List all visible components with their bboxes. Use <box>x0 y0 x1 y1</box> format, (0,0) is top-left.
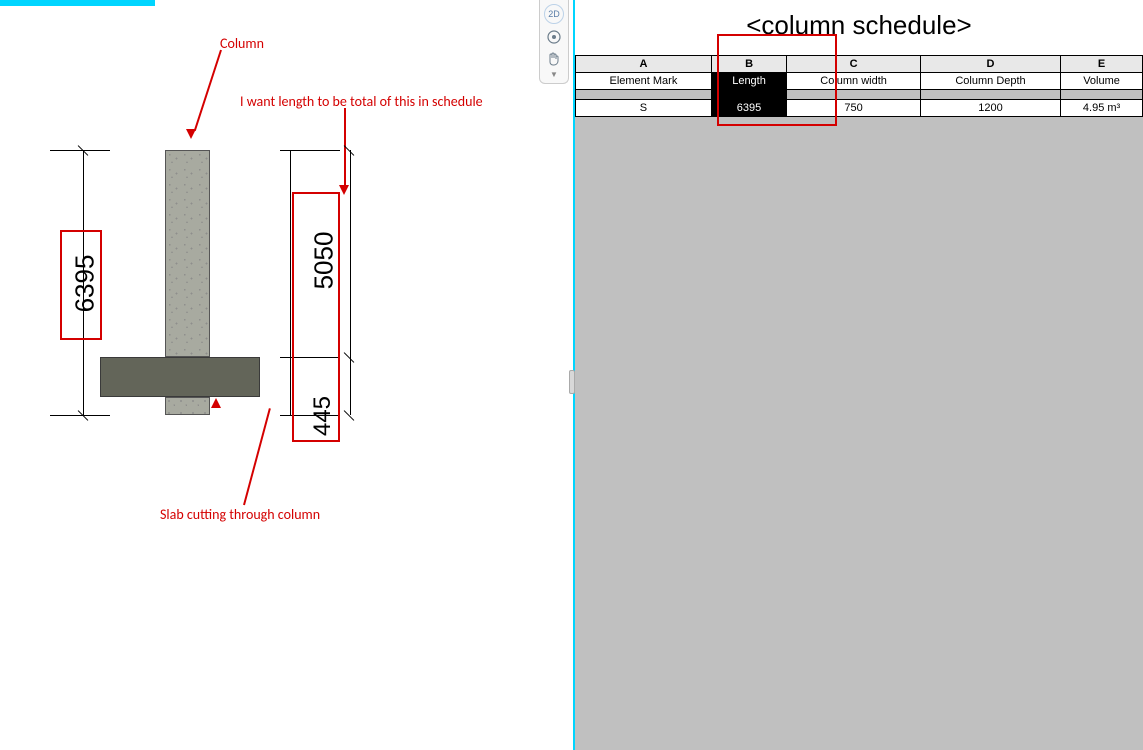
dim-tick <box>50 415 110 416</box>
schedule-panel: <column schedule> A B C D E Element Mark… <box>575 0 1143 750</box>
splitter-handle[interactable] <box>569 370 575 394</box>
cell-width[interactable]: 750 <box>787 100 921 117</box>
view-toolbar: 2D ▼ <box>539 0 569 84</box>
length-note-annotation: I want length to be total of this in sch… <box>240 93 483 110</box>
dim-total-highlight <box>60 230 102 340</box>
col-letter-c[interactable]: C <box>787 56 921 73</box>
col-letter-b[interactable]: B <box>711 56 786 73</box>
column-label-annotation: Column <box>220 35 264 52</box>
dim-line-right-outer <box>350 150 351 415</box>
schedule-table[interactable]: A B C D E Element Mark Length Column wid… <box>575 55 1143 117</box>
cell-length[interactable]: 6395 <box>711 100 786 117</box>
column-arrow-head <box>186 129 196 139</box>
data-row: S 6395 750 1200 4.95 m³ <box>576 100 1143 117</box>
dim-right-highlight <box>292 192 340 442</box>
drawing-view-panel: 2D ▼ Column I want length to be total of… <box>0 0 575 750</box>
header-length[interactable]: Length <box>711 73 786 90</box>
col-letter-d[interactable]: D <box>920 56 1060 73</box>
steering-wheel-icon[interactable] <box>544 27 564 47</box>
dim-line-right-inner <box>290 150 291 415</box>
column-lower-segment <box>165 397 210 415</box>
cell-depth[interactable]: 1200 <box>920 100 1060 117</box>
view-2d-button[interactable]: 2D <box>544 4 564 24</box>
slab-element <box>100 357 260 397</box>
dim-tick <box>50 150 110 151</box>
cell-volume[interactable]: 4.95 m³ <box>1061 100 1143 117</box>
header-column-width[interactable]: Column width <box>787 73 921 90</box>
column-letter-row: A B C D E <box>576 56 1143 73</box>
col-letter-e[interactable]: E <box>1061 56 1143 73</box>
slab-label-annotation: Slab cutting through column <box>160 506 320 523</box>
dim-tick <box>280 150 340 151</box>
column-upper-segment <box>165 150 210 357</box>
dim-diag <box>344 410 355 421</box>
toolbar-expand-icon[interactable]: ▼ <box>550 70 558 79</box>
pan-hand-icon[interactable] <box>544 49 564 69</box>
dim-diag <box>344 352 355 363</box>
header-volume[interactable]: Volume <box>1061 73 1143 90</box>
column-arrow-line <box>194 50 222 131</box>
gap-row <box>576 90 1143 100</box>
header-row: Element Mark Length Column width Column … <box>576 73 1143 90</box>
cell-mark[interactable]: S <box>576 100 712 117</box>
header-element-mark[interactable]: Element Mark <box>576 73 712 90</box>
top-highlight-bar <box>0 0 155 6</box>
schedule-title: <column schedule> <box>575 0 1143 55</box>
column-drawing: 6395 5050 445 <box>80 150 380 470</box>
dim-diag <box>344 145 355 156</box>
header-column-depth[interactable]: Column Depth <box>920 73 1060 90</box>
col-letter-a[interactable]: A <box>576 56 712 73</box>
